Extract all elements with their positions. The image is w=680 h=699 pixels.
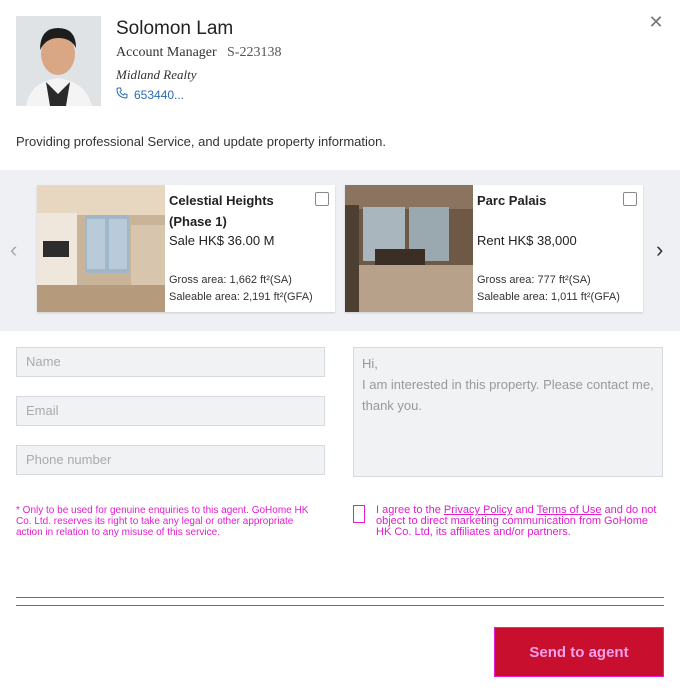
agent-name: Solomon Lam <box>116 18 234 39</box>
enquiry-disclaimer: * Only to be used for genuine enquiries … <box>16 505 309 538</box>
name-field[interactable]: Name <box>16 347 325 377</box>
message-field[interactable]: Hi, I am interested in this property. Pl… <box>353 347 663 477</box>
divider <box>16 597 664 598</box>
listing-card[interactable]: Parc Palais Rent HK$ 38,000 Gross area: … <box>345 185 643 312</box>
listing-gross-area: Gross area: 1,662 ft²(SA) <box>169 274 292 286</box>
listing-title: Celestial Heights (Phase 1) <box>169 193 274 229</box>
send-to-agent-button[interactable]: Send to agent <box>494 627 664 677</box>
agent-intro: Providing professional Service, and upda… <box>16 134 386 149</box>
listing-saleable-area: Saleable area: 1,011 ft²(GFA) <box>477 291 620 303</box>
listing-title: Parc Palais <box>477 193 547 208</box>
agent-role: Account Manager <box>116 45 217 60</box>
agent-phone-link[interactable]: 653440... <box>116 87 184 102</box>
close-icon[interactable]: ✕ <box>648 13 664 31</box>
listing-price: Sale HK$ 36.00 M <box>169 233 275 248</box>
agent-phone: 653440... <box>134 87 185 102</box>
listing-photo <box>345 185 473 312</box>
divider <box>16 605 664 606</box>
consent-checkbox[interactable] <box>353 505 365 523</box>
agent-company: Midland Realty <box>116 67 197 82</box>
consent-text: I agree to the Privacy Policy and Terms … <box>376 505 661 538</box>
phone-icon <box>116 87 128 102</box>
listing-card[interactable]: Celestial Heights (Phase 1) Sale HK$ 36.… <box>37 185 335 312</box>
listing-saleable-area: Saleable area: 2,191 ft²(GFA) <box>169 291 313 303</box>
listing-select-checkbox[interactable] <box>315 192 329 206</box>
agent-avatar <box>16 16 101 106</box>
carousel-prev-arrow[interactable]: ‹ <box>10 239 24 261</box>
listing-gross-area: Gross area: 777 ft²(SA) <box>477 274 591 286</box>
agent-license-id: S-223138 <box>227 45 282 60</box>
listing-select-checkbox[interactable] <box>623 192 637 206</box>
carousel-next-arrow[interactable]: › <box>656 239 670 261</box>
phone-field[interactable]: Phone number <box>16 445 325 475</box>
email-field[interactable]: Email <box>16 396 325 426</box>
listing-price: Rent HK$ 38,000 <box>477 233 577 248</box>
listing-photo <box>37 185 165 312</box>
